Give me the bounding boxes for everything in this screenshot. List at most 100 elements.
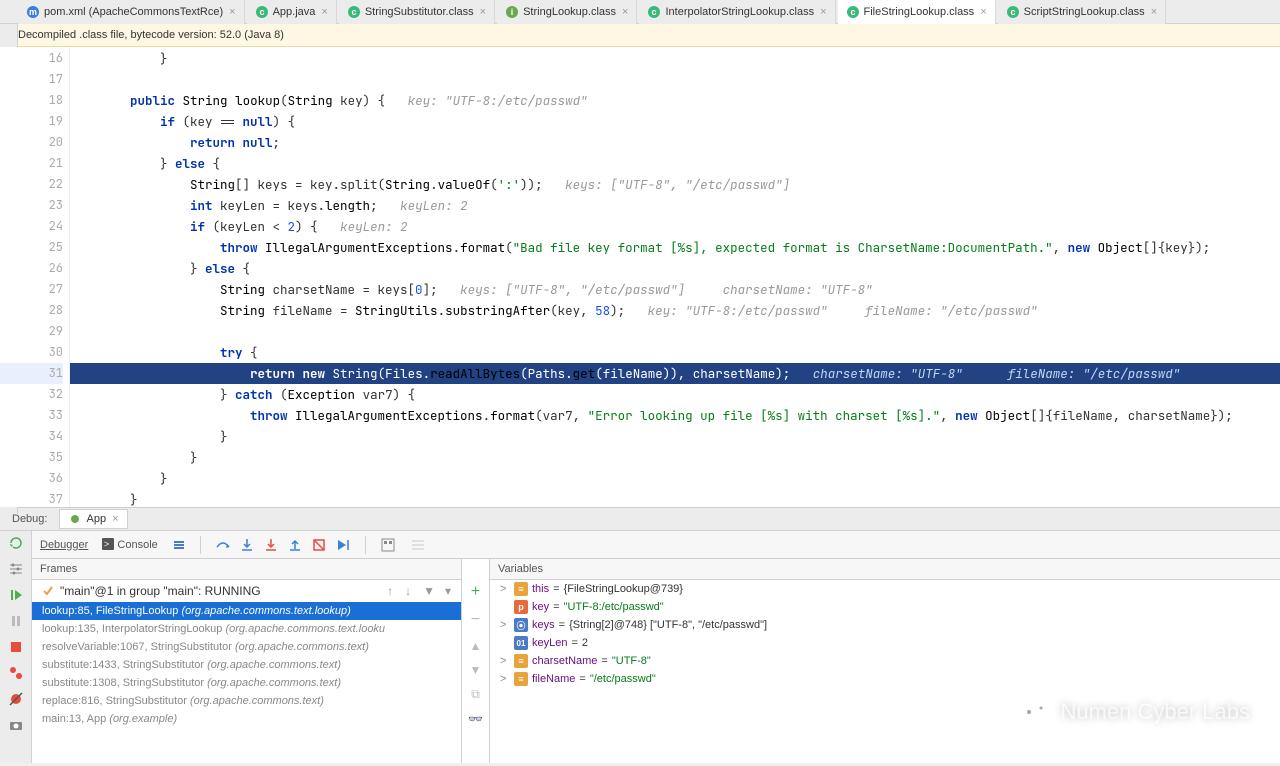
code-line[interactable]: return new String(Files.readAllBytes(Pat…: [70, 363, 1280, 384]
code-line[interactable]: if (keyLen < 2) { keyLen: 2: [70, 216, 1280, 237]
code-line[interactable]: }: [70, 48, 1280, 69]
variable-row[interactable]: >≡ fileName = "/etc/passwd": [490, 670, 1280, 688]
svg-text:m: m: [29, 7, 37, 17]
copy-icon[interactable]: ⧉: [471, 687, 480, 702]
down-icon[interactable]: ↓: [405, 584, 411, 598]
check-icon: [42, 585, 54, 597]
stack-frame[interactable]: substitute:1433, StringSubstitutor (org.…: [32, 656, 461, 674]
close-icon[interactable]: ×: [980, 6, 986, 18]
close-icon[interactable]: ×: [480, 6, 486, 18]
editor-tab[interactable]: mpom.xml (ApacheCommonsTextRce)×: [18, 0, 245, 24]
close-icon[interactable]: ×: [820, 6, 826, 18]
code-line[interactable]: throw IllegalArgumentExceptions.format(v…: [70, 405, 1280, 426]
variable-row[interactable]: p key = "UTF-8:/etc/passwd": [490, 598, 1280, 616]
stack-frame[interactable]: replace:816, StringSubstitutor (org.apac…: [32, 692, 461, 710]
step-over-icon[interactable]: [215, 537, 231, 553]
thread-selector[interactable]: "main"@1 in group "main": RUNNING ↑ ↓ ▼ …: [32, 580, 461, 602]
step-into-icon[interactable]: [239, 537, 255, 553]
debug-side-toolbar: [0, 531, 32, 763]
view-breakpoints-icon[interactable]: [8, 665, 24, 681]
evaluate-icon[interactable]: [380, 537, 396, 553]
dropdown-icon[interactable]: ▾: [445, 584, 451, 598]
code-line[interactable]: } catch (Exception var7) {: [70, 384, 1280, 405]
code-line[interactable]: }: [70, 426, 1280, 447]
up-watch-icon[interactable]: ▲: [470, 639, 482, 653]
svg-text:c: c: [351, 7, 356, 17]
code-area[interactable]: } public String lookup(String key) { key…: [70, 47, 1280, 507]
stack-frame[interactable]: lookup:135, InterpolatorStringLookup (or…: [32, 620, 461, 638]
up-icon[interactable]: ↑: [387, 584, 393, 598]
close-icon[interactable]: ×: [622, 6, 628, 18]
code-line[interactable]: [70, 69, 1280, 90]
variables-toolbar: + − ▲ ▼ ⧉ 👓: [462, 559, 490, 763]
editor-tab[interactable]: cScriptStringLookup.class×: [998, 0, 1167, 24]
debug-toolbar: Debugger > Console: [32, 531, 1280, 559]
close-icon[interactable]: ×: [229, 6, 235, 18]
code-line[interactable]: int keyLen = keys.length; keyLen: 2: [70, 195, 1280, 216]
editor-tab[interactable]: cInterpolatorStringLookup.class×: [639, 0, 835, 24]
editor-tab[interactable]: cFileStringLookup.class×: [838, 0, 996, 24]
editor-tab[interactable]: iStringLookup.class×: [497, 0, 637, 24]
stack-frame[interactable]: lookup:85, FileStringLookup (org.apache.…: [32, 602, 461, 620]
filter-icon[interactable]: ▼: [423, 584, 435, 598]
code-line[interactable]: return null;: [70, 132, 1280, 153]
code-line[interactable]: if (key == null) {: [70, 111, 1280, 132]
variables-pane: Variables >≡ this = {FileStringLookup@73…: [490, 559, 1280, 763]
code-line[interactable]: throw IllegalArgumentExceptions.format("…: [70, 237, 1280, 258]
pause-icon[interactable]: [8, 613, 24, 629]
mute-breakpoints-icon[interactable]: [8, 691, 24, 707]
resume-icon[interactable]: [8, 587, 24, 603]
console-subtab[interactable]: > Console: [102, 538, 157, 551]
drop-frame-icon[interactable]: [311, 537, 327, 553]
stack-frame[interactable]: main:13, App (org.example): [32, 710, 461, 728]
code-line[interactable]: String fileName = StringUtils.substringA…: [70, 300, 1280, 321]
debugger-subtab[interactable]: Debugger: [40, 539, 88, 551]
variable-row[interactable]: >⦿ keys = {String[2]@748} ["UTF-8", "/et…: [490, 616, 1280, 634]
code-line[interactable]: public String lookup(String key) { key: …: [70, 90, 1280, 111]
variable-row[interactable]: >≡ this = {FileStringLookup@739}: [490, 580, 1280, 598]
rerun-icon[interactable]: [8, 535, 24, 551]
frames-pane: Frames "main"@1 in group "main": RUNNING…: [32, 559, 462, 763]
spider-icon: [68, 512, 82, 526]
svg-text:c: c: [1010, 7, 1015, 17]
code-line[interactable]: }: [70, 468, 1280, 489]
code-line[interactable]: } else {: [70, 153, 1280, 174]
close-icon[interactable]: ×: [1151, 6, 1157, 18]
code-line[interactable]: } else {: [70, 258, 1280, 279]
remove-watch-icon[interactable]: −: [471, 611, 480, 629]
close-icon[interactable]: ×: [321, 6, 327, 18]
editor: 1617181920212223242526272829303132333435…: [0, 47, 1280, 507]
run-to-cursor-icon[interactable]: [335, 537, 351, 553]
stop-icon[interactable]: [8, 639, 24, 655]
code-line[interactable]: }: [70, 489, 1280, 507]
close-icon[interactable]: ×: [112, 513, 118, 525]
svg-text:i: i: [511, 7, 514, 17]
code-line[interactable]: [70, 321, 1280, 342]
stack-frame[interactable]: resolveVariable:1067, StringSubstitutor …: [32, 638, 461, 656]
editor-tab[interactable]: cApp.java×: [247, 0, 337, 24]
debug-panel: Debugger > Console Frames: [0, 531, 1280, 763]
debug-app-tab[interactable]: App ×: [59, 509, 127, 529]
code-line[interactable]: }: [70, 447, 1280, 468]
variable-row[interactable]: 01 keyLen = 2: [490, 634, 1280, 652]
glasses-icon[interactable]: 👓: [468, 712, 483, 726]
svg-text:>: >: [104, 539, 109, 549]
add-watch-icon[interactable]: +: [471, 583, 480, 601]
debug-label: Debug:: [4, 513, 55, 525]
stack-frame[interactable]: substitute:1308, StringSubstitutor (org.…: [32, 674, 461, 692]
down-watch-icon[interactable]: ▼: [470, 663, 482, 677]
code-line[interactable]: String charsetName = keys[0]; keys: ["UT…: [70, 279, 1280, 300]
threads-icon[interactable]: [172, 538, 186, 552]
step-out-icon[interactable]: [287, 537, 303, 553]
variable-row[interactable]: >≡ charsetName = "UTF-8": [490, 652, 1280, 670]
trace-icon[interactable]: [410, 537, 426, 553]
code-line[interactable]: try {: [70, 342, 1280, 363]
debug-bar: Debug: App ×: [0, 507, 1280, 531]
settings-icon[interactable]: [8, 561, 24, 577]
variables-header: Variables: [490, 559, 1280, 580]
code-line[interactable]: String[] keys = key.split(String.valueOf…: [70, 174, 1280, 195]
editor-tab[interactable]: cStringSubstitutor.class×: [339, 0, 495, 24]
camera-icon[interactable]: [8, 717, 24, 733]
force-step-into-icon[interactable]: [263, 537, 279, 553]
svg-text:c: c: [652, 7, 657, 17]
